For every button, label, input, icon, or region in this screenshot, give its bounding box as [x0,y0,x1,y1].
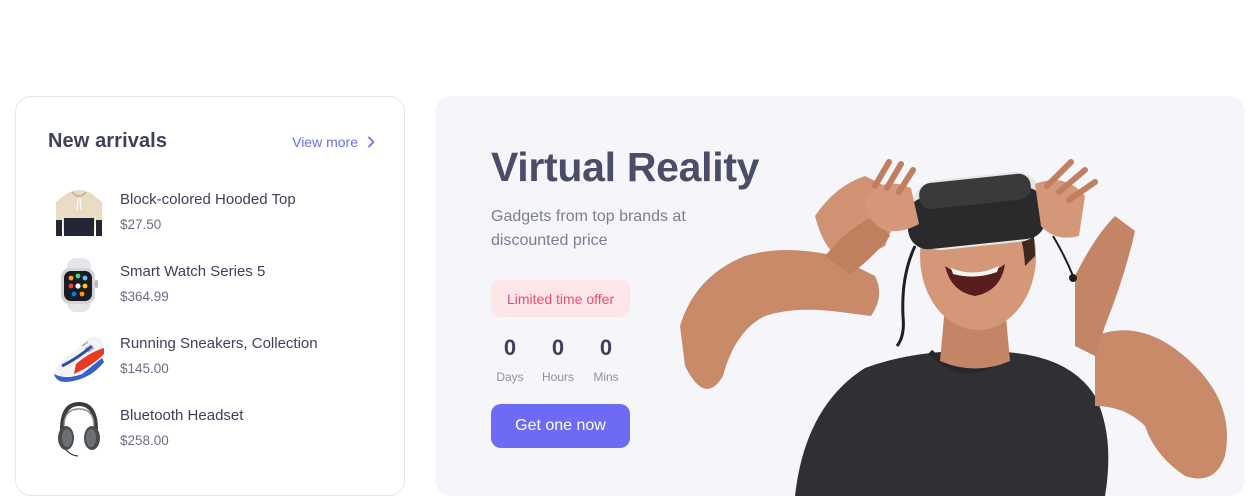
countdown-days: 0 Days [491,334,529,384]
countdown-value: 0 [503,335,517,360]
headphones-icon [52,400,106,458]
product-price: $364.99 [120,289,169,304]
product-name: Running Sneakers, Collection [120,335,318,352]
product-price: $27.50 [120,217,162,232]
product-item[interactable]: Smart Watch Series 5 $364.99 [52,256,382,316]
product-item[interactable]: Running Sneakers, Collection $145.00 [52,328,382,388]
countdown-hours: 0 Hours [539,334,577,384]
product-price: $145.00 [120,361,169,376]
product-item[interactable]: Block-colored Hooded Top $27.50 [52,184,382,244]
get-one-now-button[interactable]: Get one now [491,404,630,448]
product-name: Smart Watch Series 5 [120,263,266,280]
chevron-right-icon [368,136,375,148]
countdown-value: 0 [551,335,565,360]
countdown-value: 0 [599,335,613,360]
product-price: $258.00 [120,433,169,448]
view-more-label: View more [292,134,358,150]
vr-promo-banner: Virtual Reality Gadgets from top brands … [435,96,1245,496]
sneaker-icon [52,328,106,386]
limited-offer-badge: Limited time offer [491,280,631,317]
smartwatch-icon [52,256,106,314]
countdown-mins: 0 Mins [587,334,625,384]
new-arrivals-title: New arrivals [48,130,168,152]
countdown-label: Mins [593,370,619,384]
hoodie-icon [52,184,106,242]
view-more-link[interactable]: View more [292,134,376,150]
product-item[interactable]: Bluetooth Headset $258.00 [52,400,382,460]
vr-hero-image [680,159,1227,496]
countdown-timer: 0 Days 0 Hours 0 Mins [491,334,625,384]
product-name: Block-colored Hooded Top [120,191,296,208]
countdown-label: Days [496,370,524,384]
countdown-label: Hours [541,370,574,384]
new-arrivals-header: New arrivals View more [48,130,376,156]
new-arrivals-card: New arrivals View more Block-colored Hoo… [15,96,405,496]
product-name: Bluetooth Headset [120,407,244,424]
